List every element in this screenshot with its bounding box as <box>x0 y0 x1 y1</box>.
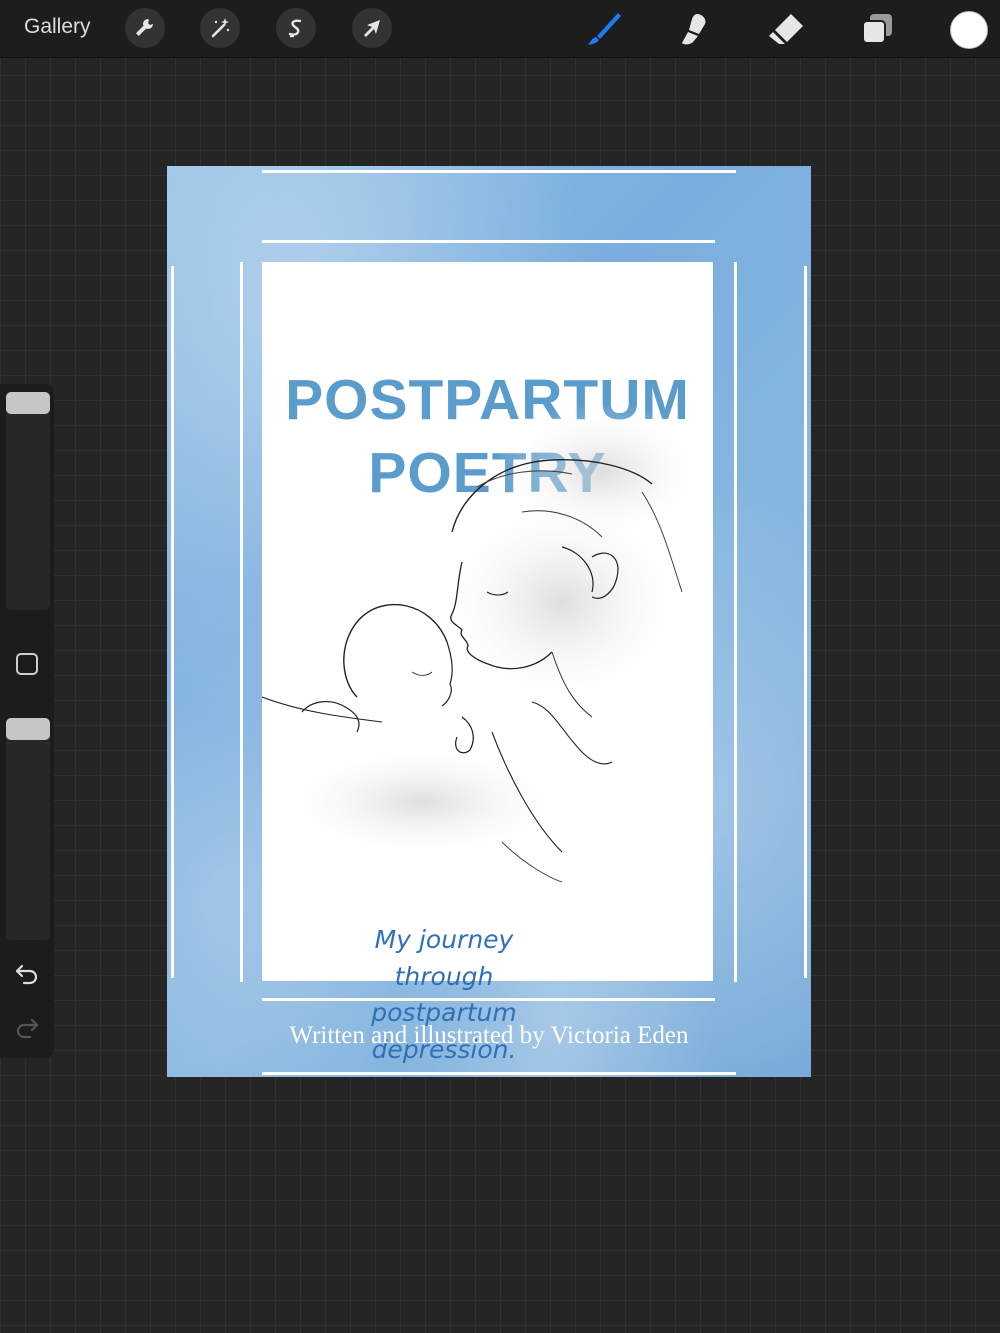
opacity-slider[interactable] <box>6 718 50 940</box>
selection-icon <box>288 19 302 38</box>
cover-byline: Written and illustrated by Victoria Eden <box>289 1022 689 1049</box>
adjustments-button[interactable] <box>200 8 240 48</box>
subtitle-line-1: My journey <box>374 925 514 954</box>
actions-button[interactable] <box>125 8 165 48</box>
selection-button[interactable] <box>276 8 316 48</box>
layers-icon <box>862 14 892 44</box>
cover-panel: POSTPARTUM POETRY My journey through pos… <box>262 262 713 1064</box>
gallery-button[interactable]: Gallery <box>24 15 91 39</box>
brush-size-handle[interactable] <box>6 392 50 414</box>
frame-line-left-inner <box>240 262 243 982</box>
top-toolbar: Gallery <box>0 0 1000 58</box>
wrench-icon <box>136 19 153 36</box>
undo-icon[interactable] <box>14 960 40 986</box>
modify-button[interactable] <box>16 653 38 675</box>
mother-baby-illustration <box>262 402 712 883</box>
artwork-canvas[interactable]: POSTPARTUM POETRY My journey through pos… <box>167 166 811 1077</box>
frame-line-top-inner <box>262 240 715 243</box>
eraser-icon <box>769 14 803 44</box>
frame-line-right-outer <box>804 266 807 978</box>
frame-line-right-inner <box>734 262 737 982</box>
redo-icon[interactable] <box>14 1014 40 1040</box>
smudge-tool-button[interactable] <box>675 10 713 48</box>
brush-icon <box>588 13 621 45</box>
frame-line-bottom-outer <box>262 1072 736 1075</box>
transform-button[interactable] <box>352 8 392 48</box>
left-sidebar <box>0 384 54 1058</box>
brush-size-slider[interactable] <box>6 392 50 610</box>
subtitle-line-2: through <box>394 961 494 991</box>
brush-tool-button[interactable] <box>585 10 623 48</box>
eraser-tool-button[interactable] <box>767 10 805 48</box>
color-picker-button[interactable] <box>950 11 988 49</box>
frame-line-top-outer <box>262 170 736 173</box>
frame-line-left-outer <box>171 266 174 978</box>
smudge-icon <box>682 14 706 45</box>
opacity-handle[interactable] <box>6 718 50 740</box>
layers-button[interactable] <box>858 10 896 48</box>
magic-wand-icon <box>211 18 230 38</box>
move-arrow-icon <box>364 20 380 37</box>
